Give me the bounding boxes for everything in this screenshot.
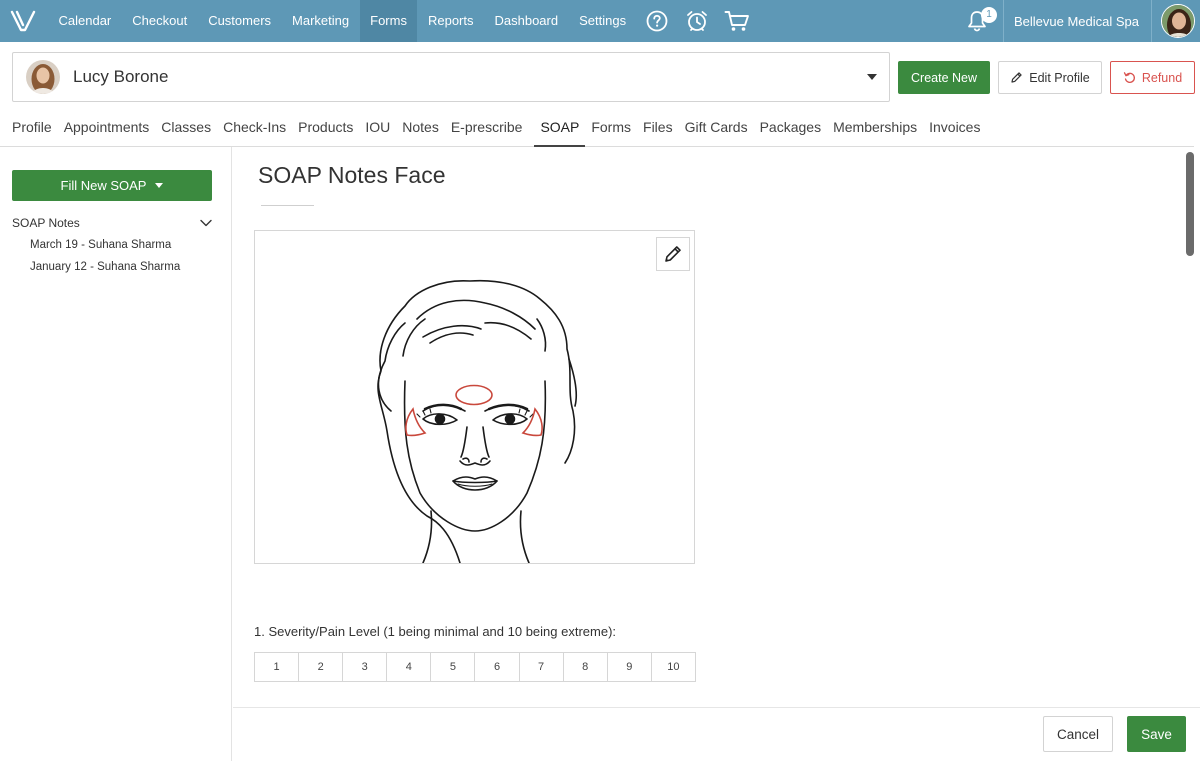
scale-option[interactable]: 7 bbox=[520, 653, 564, 681]
tab-forms[interactable]: Forms bbox=[585, 108, 637, 147]
top-nav: Calendar Checkout Customers Marketing Fo… bbox=[0, 0, 1200, 42]
page-title: SOAP Notes Face bbox=[258, 162, 446, 188]
scale-option[interactable]: 1 bbox=[255, 653, 300, 681]
chevron-down-icon bbox=[200, 219, 212, 227]
refund-button[interactable]: Refund bbox=[1110, 61, 1195, 94]
tab-notes[interactable]: Notes bbox=[396, 108, 445, 147]
tab-appointments[interactable]: Appointments bbox=[58, 108, 156, 147]
tab-products[interactable]: Products bbox=[292, 108, 359, 147]
client-selector[interactable]: Lucy Borone bbox=[12, 52, 890, 102]
edit-profile-button[interactable]: Edit Profile bbox=[998, 61, 1102, 94]
notifications-button[interactable]: 1 bbox=[957, 0, 997, 42]
nav-reports[interactable]: Reports bbox=[417, 0, 484, 42]
tab-profile[interactable]: Profile bbox=[0, 108, 58, 147]
pencil-icon bbox=[1011, 72, 1022, 83]
fill-new-soap-button[interactable]: Fill New SOAP bbox=[12, 170, 212, 201]
scale-option[interactable]: 9 bbox=[608, 653, 652, 681]
tab-invoices[interactable]: Invoices bbox=[923, 108, 986, 147]
scrollbar-thumb[interactable] bbox=[1186, 152, 1194, 256]
scale-option[interactable]: 3 bbox=[343, 653, 388, 681]
tab-e-prescribe[interactable]: E-prescribe bbox=[445, 108, 529, 147]
client-name: Lucy Borone bbox=[73, 67, 169, 86]
question-severity-label: 1. Severity/Pain Level (1 being minimal … bbox=[254, 624, 617, 639]
scale-option[interactable]: 5 bbox=[431, 653, 476, 681]
nav-settings[interactable]: Settings bbox=[569, 0, 637, 42]
tab-iou[interactable]: IOU bbox=[359, 108, 396, 147]
nav-dashboard[interactable]: Dashboard bbox=[484, 0, 569, 42]
help-icon[interactable] bbox=[637, 0, 677, 42]
tab-gift-cards[interactable]: Gift Cards bbox=[679, 108, 754, 147]
notification-badge: 1 bbox=[980, 7, 997, 23]
scale-option[interactable]: 4 bbox=[387, 653, 432, 681]
fill-new-soap-label: Fill New SOAP bbox=[60, 178, 147, 193]
create-new-button[interactable]: Create New bbox=[898, 61, 990, 94]
nav-checkout[interactable]: Checkout bbox=[122, 0, 198, 42]
save-button[interactable]: Save bbox=[1127, 716, 1186, 752]
soap-notes-section-toggle[interactable]: SOAP Notes bbox=[12, 216, 212, 230]
caret-down-icon bbox=[155, 183, 164, 188]
pen-icon bbox=[665, 246, 681, 262]
edit-profile-label: Edit Profile bbox=[1029, 70, 1090, 85]
scale-option[interactable]: 6 bbox=[475, 653, 520, 681]
soap-note-item[interactable]: January 12 - Suhana Sharma bbox=[30, 261, 180, 273]
scale-option[interactable]: 2 bbox=[299, 653, 344, 681]
business-name[interactable]: Bellevue Medical Spa bbox=[1004, 14, 1151, 29]
tab-check-ins[interactable]: Check-Ins bbox=[217, 108, 292, 147]
footer-divider bbox=[233, 707, 1200, 708]
face-diagram[interactable] bbox=[254, 230, 695, 564]
title-underline bbox=[261, 205, 314, 206]
refund-label: Refund bbox=[1141, 70, 1183, 85]
tab-classes[interactable]: Classes bbox=[155, 108, 217, 147]
scale-option[interactable]: 8 bbox=[564, 653, 608, 681]
soap-notes-section-label: SOAP Notes bbox=[12, 216, 80, 230]
nav-calendar[interactable]: Calendar bbox=[48, 0, 122, 42]
nav-forms[interactable]: Forms bbox=[359, 0, 418, 42]
cancel-button[interactable]: Cancel bbox=[1043, 716, 1113, 752]
scale-option[interactable]: 10 bbox=[652, 653, 695, 681]
client-avatar bbox=[26, 60, 60, 94]
nav-marketing[interactable]: Marketing bbox=[282, 0, 360, 42]
severity-scale: 1 2 3 4 5 6 7 8 9 10 bbox=[254, 652, 696, 682]
tab-files[interactable]: Files bbox=[637, 108, 679, 147]
soap-note-item[interactable]: March 19 - Suhana Sharma bbox=[30, 239, 171, 251]
tab-packages[interactable]: Packages bbox=[754, 108, 827, 147]
client-tabs: Profile Appointments Classes Check-Ins P… bbox=[0, 108, 1194, 147]
tab-memberships[interactable]: Memberships bbox=[827, 108, 923, 147]
nav-divider bbox=[1151, 0, 1152, 42]
user-avatar[interactable] bbox=[1161, 4, 1195, 38]
face-sketch-image bbox=[377, 279, 578, 564]
alarm-clock-icon[interactable] bbox=[677, 0, 717, 42]
soap-sidebar: Fill New SOAP SOAP Notes March 19 - Suha… bbox=[0, 147, 232, 761]
caret-down-icon[interactable] bbox=[867, 74, 877, 80]
tab-soap[interactable]: SOAP bbox=[534, 108, 586, 147]
edit-drawing-button[interactable] bbox=[656, 237, 690, 271]
cart-icon[interactable] bbox=[717, 0, 757, 42]
nav-customers[interactable]: Customers bbox=[198, 0, 282, 42]
undo-icon bbox=[1123, 72, 1135, 83]
logo-icon[interactable] bbox=[0, 0, 46, 42]
